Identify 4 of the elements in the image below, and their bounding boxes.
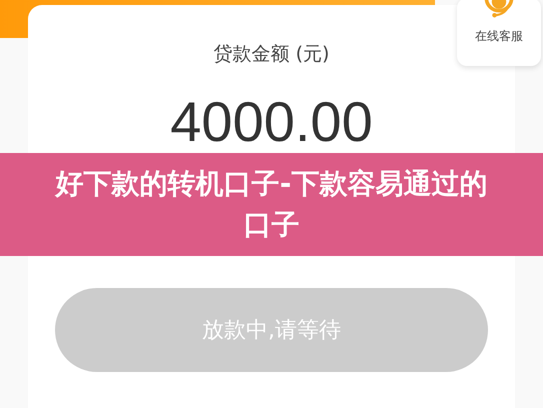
banner-title: 好下款的转机口子-下款容易通过的口子 (54, 166, 488, 242)
loan-amount-value: 4000.00 (170, 89, 373, 154)
support-button[interactable]: 在线客服 (457, 0, 541, 66)
loan-amount-label: 贷款金额 (元) (214, 42, 330, 67)
